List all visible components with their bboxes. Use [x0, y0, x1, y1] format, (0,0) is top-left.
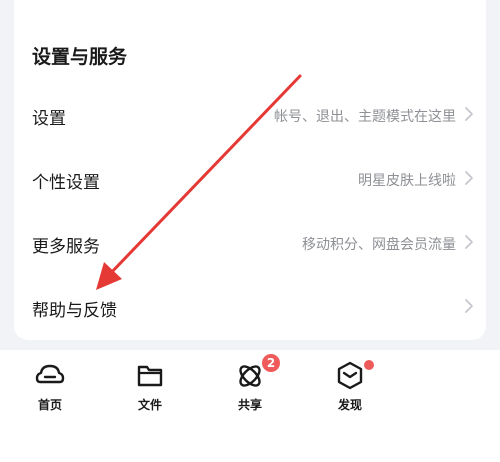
personalization-row[interactable]: 个性设置 明星皮肤上线啦 [14, 160, 486, 200]
folder-icon [137, 365, 163, 387]
personalization-row-label: 个性设置 [32, 173, 100, 193]
settings-row[interactable]: 设置 帐号、退出、主题模式在这里 [14, 96, 486, 136]
help-feedback-row-label: 帮助与反馈 [32, 301, 117, 321]
tab-discover[interactable]: 发现 [320, 358, 380, 413]
tab-home-label: 首页 [37, 398, 62, 412]
share-badge: 2 [262, 354, 280, 372]
bottom-tab-bar: 首页 文件 2 共享 发现 [0, 350, 500, 462]
settings-and-services-card: 设置与服务 设置 帐号、退出、主题模式在这里 个性设置 明星皮肤上线啦 更多服务… [14, 0, 486, 340]
more-services-row-label: 更多服务 [32, 237, 100, 257]
more-services-row[interactable]: 更多服务 移动积分、网盘会员流量 [14, 224, 486, 264]
chevron-right-icon [465, 235, 473, 249]
chevron-right-icon [465, 171, 473, 185]
chevron-right-icon [465, 299, 473, 313]
tab-share-label: 共享 [237, 398, 262, 412]
discover-cube-icon [337, 361, 363, 390]
personalization-row-description: 明星皮肤上线啦 [358, 173, 456, 189]
more-services-row-description: 移动积分、网盘会员流量 [302, 237, 456, 253]
tab-home[interactable]: 首页 [20, 358, 80, 413]
tab-discover-label: 发现 [337, 398, 362, 412]
tab-files-label: 文件 [137, 398, 162, 412]
settings-row-label: 设置 [32, 109, 66, 129]
discover-notification-dot [364, 360, 374, 370]
settings-row-description: 帐号、退出、主题模式在这里 [274, 109, 456, 125]
home-cloud-icon [35, 364, 65, 384]
tab-files[interactable]: 文件 [120, 358, 180, 413]
section-title: 设置与服务 [32, 46, 128, 68]
help-feedback-row[interactable]: 帮助与反馈 [14, 288, 486, 328]
chevron-right-icon [465, 107, 473, 121]
tab-share[interactable]: 2 共享 [220, 354, 280, 413]
